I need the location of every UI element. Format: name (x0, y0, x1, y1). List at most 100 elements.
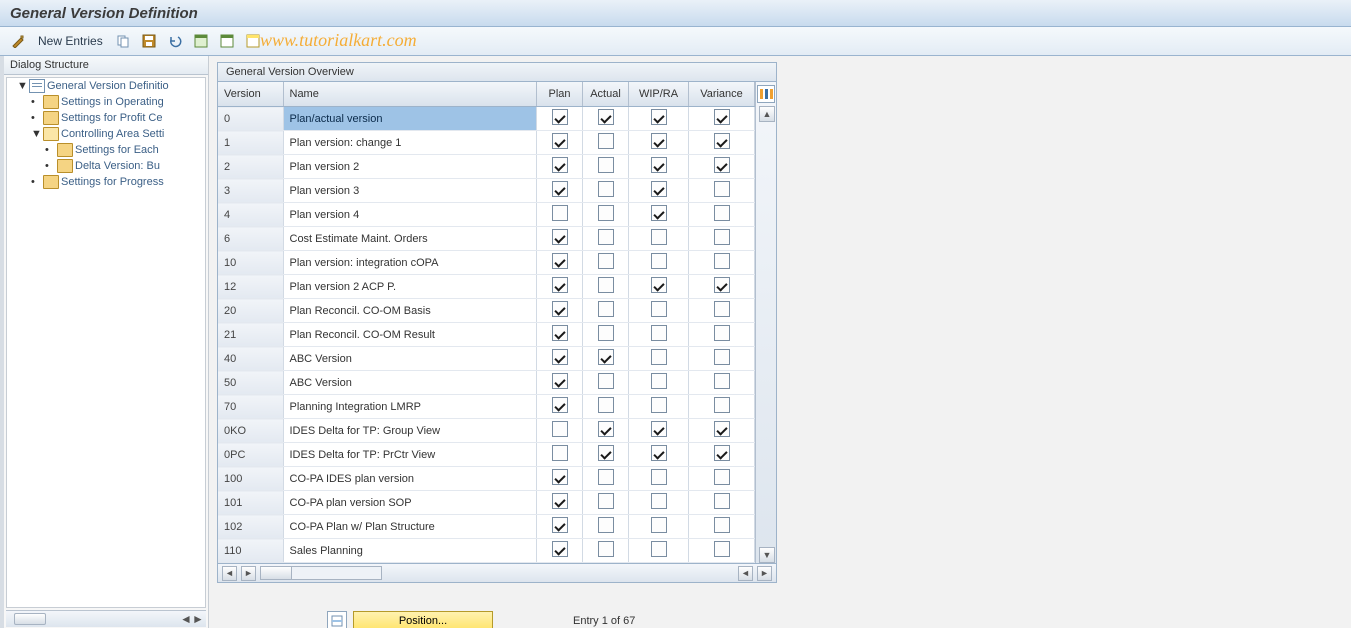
cell-actual[interactable] (583, 419, 629, 443)
cell-variance[interactable] (689, 275, 755, 299)
table-row[interactable]: 21Plan Reconcil. CO-OM Result (218, 323, 755, 347)
cell-actual[interactable] (583, 299, 629, 323)
cell-version[interactable]: 20 (218, 299, 283, 323)
variance-checkbox[interactable] (714, 421, 730, 437)
cell-variance[interactable] (689, 419, 755, 443)
tree-hscroll-right-icon[interactable]: ► (192, 612, 204, 626)
plan-checkbox[interactable] (552, 109, 568, 125)
plan-checkbox[interactable] (552, 229, 568, 245)
actual-checkbox[interactable] (598, 493, 614, 509)
actual-checkbox[interactable] (598, 469, 614, 485)
variance-checkbox[interactable] (714, 253, 730, 269)
cell-actual[interactable] (583, 347, 629, 371)
cell-plan[interactable] (537, 107, 583, 131)
save-icon[interactable] (139, 31, 159, 51)
cell-version[interactable]: 50 (218, 371, 283, 395)
plan-checkbox[interactable] (552, 157, 568, 173)
cell-actual[interactable] (583, 203, 629, 227)
actual-checkbox[interactable] (598, 349, 614, 365)
actual-checkbox[interactable] (598, 397, 614, 413)
cell-name[interactable]: ABC Version (283, 371, 537, 395)
cell-name[interactable]: Sales Planning (283, 539, 537, 563)
cell-plan[interactable] (537, 251, 583, 275)
cell-wip[interactable] (629, 323, 689, 347)
grid-vscroll-down-icon[interactable]: ▼ (759, 547, 775, 563)
wip-checkbox[interactable] (651, 397, 667, 413)
cell-plan[interactable] (537, 227, 583, 251)
variance-checkbox[interactable] (714, 397, 730, 413)
cell-plan[interactable] (537, 491, 583, 515)
cell-variance[interactable] (689, 371, 755, 395)
cell-version[interactable]: 102 (218, 515, 283, 539)
table-row[interactable]: 100CO-PA IDES plan version (218, 467, 755, 491)
plan-checkbox[interactable] (552, 325, 568, 341)
cell-plan[interactable] (537, 203, 583, 227)
plan-checkbox[interactable] (552, 133, 568, 149)
table-row[interactable]: 4Plan version 4 (218, 203, 755, 227)
grid-vscroll-up-icon[interactable]: ▲ (759, 106, 775, 122)
cell-variance[interactable] (689, 395, 755, 419)
cell-version[interactable]: 0 (218, 107, 283, 131)
cell-actual[interactable] (583, 515, 629, 539)
cell-variance[interactable] (689, 443, 755, 467)
variance-checkbox[interactable] (714, 229, 730, 245)
cell-version[interactable]: 101 (218, 491, 283, 515)
cell-wip[interactable] (629, 443, 689, 467)
cell-version[interactable]: 10 (218, 251, 283, 275)
position-button[interactable]: Position... (353, 611, 493, 628)
plan-checkbox[interactable] (552, 373, 568, 389)
cell-plan[interactable] (537, 371, 583, 395)
cell-plan[interactable] (537, 443, 583, 467)
table-row[interactable]: 102CO-PA Plan w/ Plan Structure (218, 515, 755, 539)
tree-hscroll[interactable]: ◄ ► (6, 610, 206, 627)
tree-item[interactable]: •Settings in Operating (11, 94, 205, 110)
cell-wip[interactable] (629, 131, 689, 155)
cell-wip[interactable] (629, 275, 689, 299)
cell-plan[interactable] (537, 395, 583, 419)
cell-name[interactable]: Plan/actual version (283, 107, 537, 131)
table-row[interactable]: 3Plan version 3 (218, 179, 755, 203)
cell-variance[interactable] (689, 347, 755, 371)
bullet-icon[interactable]: • (31, 112, 41, 124)
variance-checkbox[interactable] (714, 157, 730, 173)
cell-name[interactable]: IDES Delta for TP: PrCtr View (283, 443, 537, 467)
actual-checkbox[interactable] (598, 181, 614, 197)
cell-version[interactable]: 6 (218, 227, 283, 251)
plan-checkbox[interactable] (552, 349, 568, 365)
cell-variance[interactable] (689, 107, 755, 131)
cell-variance[interactable] (689, 467, 755, 491)
wip-checkbox[interactable] (651, 109, 667, 125)
undo-icon[interactable] (165, 31, 185, 51)
table-row[interactable]: 0PCIDES Delta for TP: PrCtr View (218, 443, 755, 467)
actual-checkbox[interactable] (598, 157, 614, 173)
table-row[interactable]: 101CO-PA plan version SOP (218, 491, 755, 515)
bullet-icon[interactable]: • (31, 96, 41, 108)
wip-checkbox[interactable] (651, 349, 667, 365)
version-table[interactable]: Version Name Plan Actual WIP/RA Variance… (218, 82, 755, 563)
cell-version[interactable]: 3 (218, 179, 283, 203)
cell-version[interactable]: 2 (218, 155, 283, 179)
cell-wip[interactable] (629, 299, 689, 323)
cell-wip[interactable] (629, 155, 689, 179)
caret-down-icon[interactable]: ▼ (31, 128, 41, 140)
col-version[interactable]: Version (218, 82, 283, 107)
dialog-structure-tree[interactable]: ▼General Version Definitio•Settings in O… (6, 77, 206, 608)
actual-checkbox[interactable] (598, 229, 614, 245)
cell-version[interactable]: 100 (218, 467, 283, 491)
plan-checkbox[interactable] (552, 445, 568, 461)
cell-version[interactable]: 0KO (218, 419, 283, 443)
variance-checkbox[interactable] (714, 301, 730, 317)
cell-plan[interactable] (537, 179, 583, 203)
cell-version[interactable]: 21 (218, 323, 283, 347)
variance-checkbox[interactable] (714, 349, 730, 365)
cell-wip[interactable] (629, 371, 689, 395)
plan-checkbox[interactable] (552, 181, 568, 197)
cell-wip[interactable] (629, 395, 689, 419)
plan-checkbox[interactable] (552, 493, 568, 509)
cell-name[interactable]: CO-PA IDES plan version (283, 467, 537, 491)
bullet-icon[interactable]: • (45, 144, 55, 156)
table-config-icon[interactable] (757, 85, 775, 103)
variance-checkbox[interactable] (714, 373, 730, 389)
tree-item[interactable]: •Settings for Progress (11, 174, 205, 190)
table-row[interactable]: 12Plan version 2 ACP P. (218, 275, 755, 299)
